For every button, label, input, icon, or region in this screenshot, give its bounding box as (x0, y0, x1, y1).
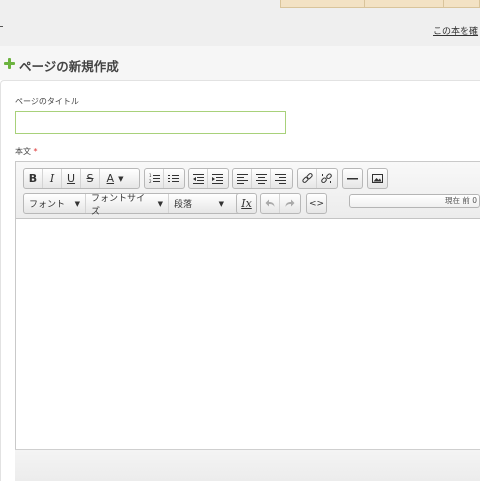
redo-icon (285, 199, 295, 207)
source-code-button[interactable]: <> (307, 194, 326, 213)
title-label: ページのタイトル (15, 97, 79, 106)
font-family-select[interactable]: フォント ▼ (24, 194, 86, 213)
required-mark: * (33, 147, 38, 156)
outdent-icon (192, 174, 204, 184)
paragraph-format-select[interactable]: 段落 ▼ (169, 194, 229, 213)
chevron-down-icon: ▼ (218, 199, 224, 208)
title-input[interactable] (15, 111, 286, 134)
link-group (297, 168, 338, 189)
source-group: <> (306, 193, 327, 214)
horizontal-rule-button[interactable] (343, 169, 362, 188)
body-label: 本文 * (15, 146, 38, 157)
horizontal-rule-icon (347, 178, 358, 180)
clear-format-button[interactable]: Ix (237, 194, 256, 213)
bold-button[interactable]: B (24, 169, 43, 188)
text-format-group: B I U S A ▼ (23, 168, 140, 189)
link-icon (301, 173, 313, 183)
edge-mark (0, 26, 3, 27)
ordered-list-icon: 12 (149, 173, 160, 184)
history-group (260, 193, 301, 214)
top-tab-strip[interactable] (280, 0, 480, 8)
underline-button[interactable]: U (62, 169, 81, 188)
editor-statusbar (15, 449, 480, 481)
ordered-list-button[interactable]: 12 (145, 169, 164, 188)
body-label-text: 本文 (15, 147, 31, 156)
align-center-button[interactable] (252, 169, 271, 188)
chevron-down-icon: ▼ (157, 199, 163, 208)
paragraph-format-value: 段落 (174, 200, 193, 210)
align-center-icon (255, 174, 267, 184)
strikethrough-button[interactable]: S (81, 169, 100, 188)
plus-icon (4, 58, 15, 69)
chevron-down-icon: ▼ (118, 174, 124, 183)
svg-text:1: 1 (149, 173, 152, 178)
outdent-button[interactable] (189, 169, 208, 188)
image-button[interactable] (368, 169, 387, 188)
indent-group (188, 168, 229, 189)
hr-group (342, 168, 363, 189)
font-family-value: フォント (29, 200, 66, 210)
align-group (232, 168, 293, 189)
list-group: 12 (144, 168, 185, 189)
font-size-select[interactable]: フォントサイズ ▼ (86, 194, 169, 217)
unlink-icon (321, 173, 332, 184)
editor-toolbar: B I U S A ▼ 12 フォント ▼ フォントサイズ ▼ 段落 ▼ Ix … (15, 161, 480, 219)
link-button[interactable] (298, 169, 317, 188)
clear-format-group: Ix (236, 193, 257, 214)
font-size-value: フォントサイズ (91, 193, 146, 217)
chevron-down-icon: ▼ (74, 199, 80, 208)
indent-icon (212, 174, 223, 184)
svg-text:2: 2 (149, 179, 152, 184)
italic-button[interactable]: I (43, 169, 62, 188)
bullet-list-button[interactable] (164, 169, 183, 188)
align-left-icon (236, 174, 248, 184)
status-indicator: 現在 前 0 (349, 194, 480, 208)
undo-icon (265, 199, 274, 207)
align-right-icon (275, 174, 286, 184)
top-link[interactable]: この本を確 (433, 24, 478, 37)
align-right-button[interactable] (271, 169, 290, 188)
redo-button[interactable] (280, 194, 299, 213)
font-color-label: A (106, 172, 115, 185)
bullet-list-icon (168, 175, 179, 182)
format-select-group: フォント ▼ フォントサイズ ▼ 段落 ▼ (23, 193, 255, 217)
undo-button[interactable] (261, 194, 280, 213)
page-title: ページの新規作成 (19, 59, 119, 74)
indent-button[interactable] (208, 169, 227, 188)
align-left-button[interactable] (233, 169, 252, 188)
image-group (367, 168, 388, 189)
code-icon: <> (308, 198, 325, 209)
image-icon (372, 174, 383, 183)
unlink-button[interactable] (317, 169, 336, 188)
font-color-button[interactable]: A ▼ (100, 169, 130, 188)
